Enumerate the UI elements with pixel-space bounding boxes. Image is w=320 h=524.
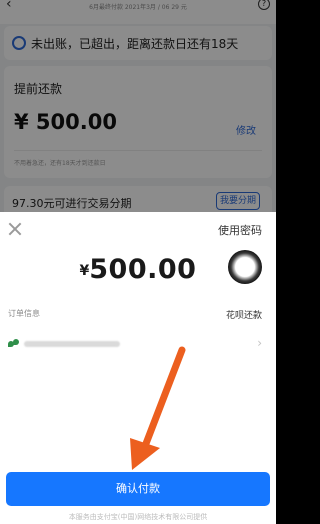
service-provider-note: 本服务由支付宝(中国)网络技术有限公司提供 — [68, 513, 208, 521]
use-password-link[interactable]: 使用密码 — [218, 222, 262, 238]
confirm-payment-button[interactable]: 确认付款 — [6, 472, 270, 506]
blurred-merchant-name — [24, 341, 120, 347]
currency-symbol: ¥ — [79, 263, 90, 279]
close-icon[interactable] — [8, 222, 22, 236]
order-info-label: 订单信息 — [8, 309, 40, 318]
chevron-right-icon: › — [257, 336, 262, 350]
merchant-row[interactable]: › — [0, 330, 276, 358]
payment-method[interactable]: 花呗还款 — [226, 308, 262, 321]
alipay-leaf-icon — [8, 339, 19, 347]
assistive-touch-icon[interactable] — [228, 250, 262, 284]
payment-sheet: 使用密码 ¥500.00 订单信息 花呗还款 › 确认付款 本服务由支付宝(中国… — [0, 212, 276, 524]
amount-value: 500.00 — [89, 254, 197, 285]
